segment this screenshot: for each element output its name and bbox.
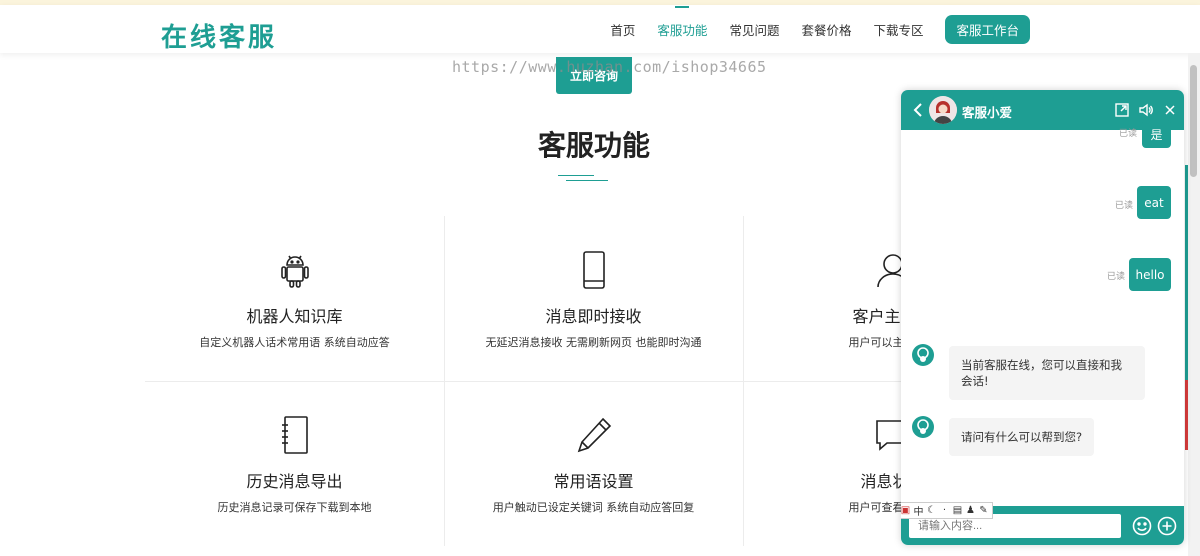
feature-title: 机器人知识库: [246, 307, 343, 326]
plus-icon[interactable]: [1157, 516, 1177, 536]
android-icon: [145, 250, 444, 290]
feature-desc: 自定义机器人话术常用语 系统自动应答: [199, 336, 390, 349]
read-status: 已读: [1107, 272, 1126, 282]
logo[interactable]: 在线客服: [161, 17, 277, 54]
bot-avatar: [912, 344, 934, 366]
nav-home[interactable]: 首页: [610, 20, 635, 39]
user-message: 是: [1142, 120, 1171, 148]
chat-messages[interactable]: 已读 是 已读 eat 已读 hello 客服小爱为您服务... 18:56:2…: [901, 120, 1184, 503]
workbench-button[interactable]: 客服工作台: [945, 14, 1030, 44]
user-message: hello: [1129, 258, 1171, 291]
scrollbar-thumb[interactable]: [1190, 65, 1197, 177]
bot-message: 请问有什么可以帮到您?: [949, 418, 1095, 456]
wrench-icon[interactable]: ✎: [978, 505, 989, 516]
agent-name: 客服小爱: [962, 105, 1013, 120]
ime-logo-icon[interactable]: ▣: [901, 505, 911, 516]
feature-card: 历史消息导出 历史消息记录可保存下载到本地: [145, 381, 444, 546]
user-message: eat: [1137, 186, 1171, 219]
feature-title: 历史消息导出: [246, 472, 343, 491]
title-underline: [558, 175, 608, 183]
notebook-icon: [145, 415, 444, 455]
expand-icon[interactable]: [1115, 103, 1129, 117]
feature-card: 机器人知识库 自定义机器人话术常用语 系统自动应答: [145, 216, 444, 381]
navbar: 在线客服 首页 客服功能 常见问题 套餐价格 下载专区 客服工作台: [0, 5, 1200, 53]
main-nav: 首页 客服功能 常见问题 套餐价格 下载专区 客服工作台: [610, 5, 1030, 53]
feature-card: 常用语设置 用户触动已设定关键词 系统自动应答回复: [444, 381, 743, 546]
read-status: 已读: [1119, 129, 1138, 139]
feature-desc: 历史消息记录可保存下载到本地: [217, 501, 372, 514]
pen-icon: [444, 415, 743, 455]
read-status: 已读: [1115, 201, 1134, 211]
back-icon[interactable]: [911, 102, 925, 118]
phone-icon: [444, 250, 743, 290]
feature-title: 消息即时接收: [545, 307, 642, 326]
bot-message: 当前客服在线，您可以直接和我会话!: [949, 346, 1145, 400]
feature-desc: 用户触动已设定关键词 系统自动应答回复: [492, 501, 695, 514]
bot-avatar: [912, 416, 934, 438]
nav-download[interactable]: 下载专区: [873, 20, 923, 39]
nav-features[interactable]: 客服功能: [657, 5, 707, 39]
feature-card: 消息即时接收 无延迟消息接收 无需刷新网页 也能即时沟通: [444, 216, 743, 381]
nav-faq[interactable]: 常见问题: [729, 20, 779, 39]
speaker-icon[interactable]: [1139, 103, 1153, 117]
watermark: https://www.huzhan.com/ishop34665: [452, 58, 767, 76]
emoji-icon[interactable]: [1132, 516, 1152, 536]
feature-title: 常用语设置: [553, 472, 634, 491]
nav-pricing[interactable]: 套餐价格: [801, 20, 851, 39]
agent-avatar: [929, 96, 957, 124]
moon-icon[interactable]: ☾: [926, 505, 937, 516]
ime-mode-label[interactable]: 中: [913, 503, 924, 518]
keyboard-icon[interactable]: ▤: [952, 505, 963, 516]
page-scrollbar[interactable]: [1188, 53, 1200, 556]
punctuation-icon[interactable]: ·: [939, 505, 950, 516]
feature-desc: 无延迟消息接收 无需刷新网页 也能即时沟通: [485, 336, 702, 349]
user-icon[interactable]: ♟: [965, 505, 976, 516]
chat-widget: 客服小爱 已读 是 已读 eat 已读 hello 客服小爱为您服务... 18…: [901, 90, 1184, 545]
ime-toolbar: ▣ 中 ☾ · ▤ ♟ ✎: [901, 502, 993, 519]
close-icon[interactable]: [1163, 103, 1177, 117]
